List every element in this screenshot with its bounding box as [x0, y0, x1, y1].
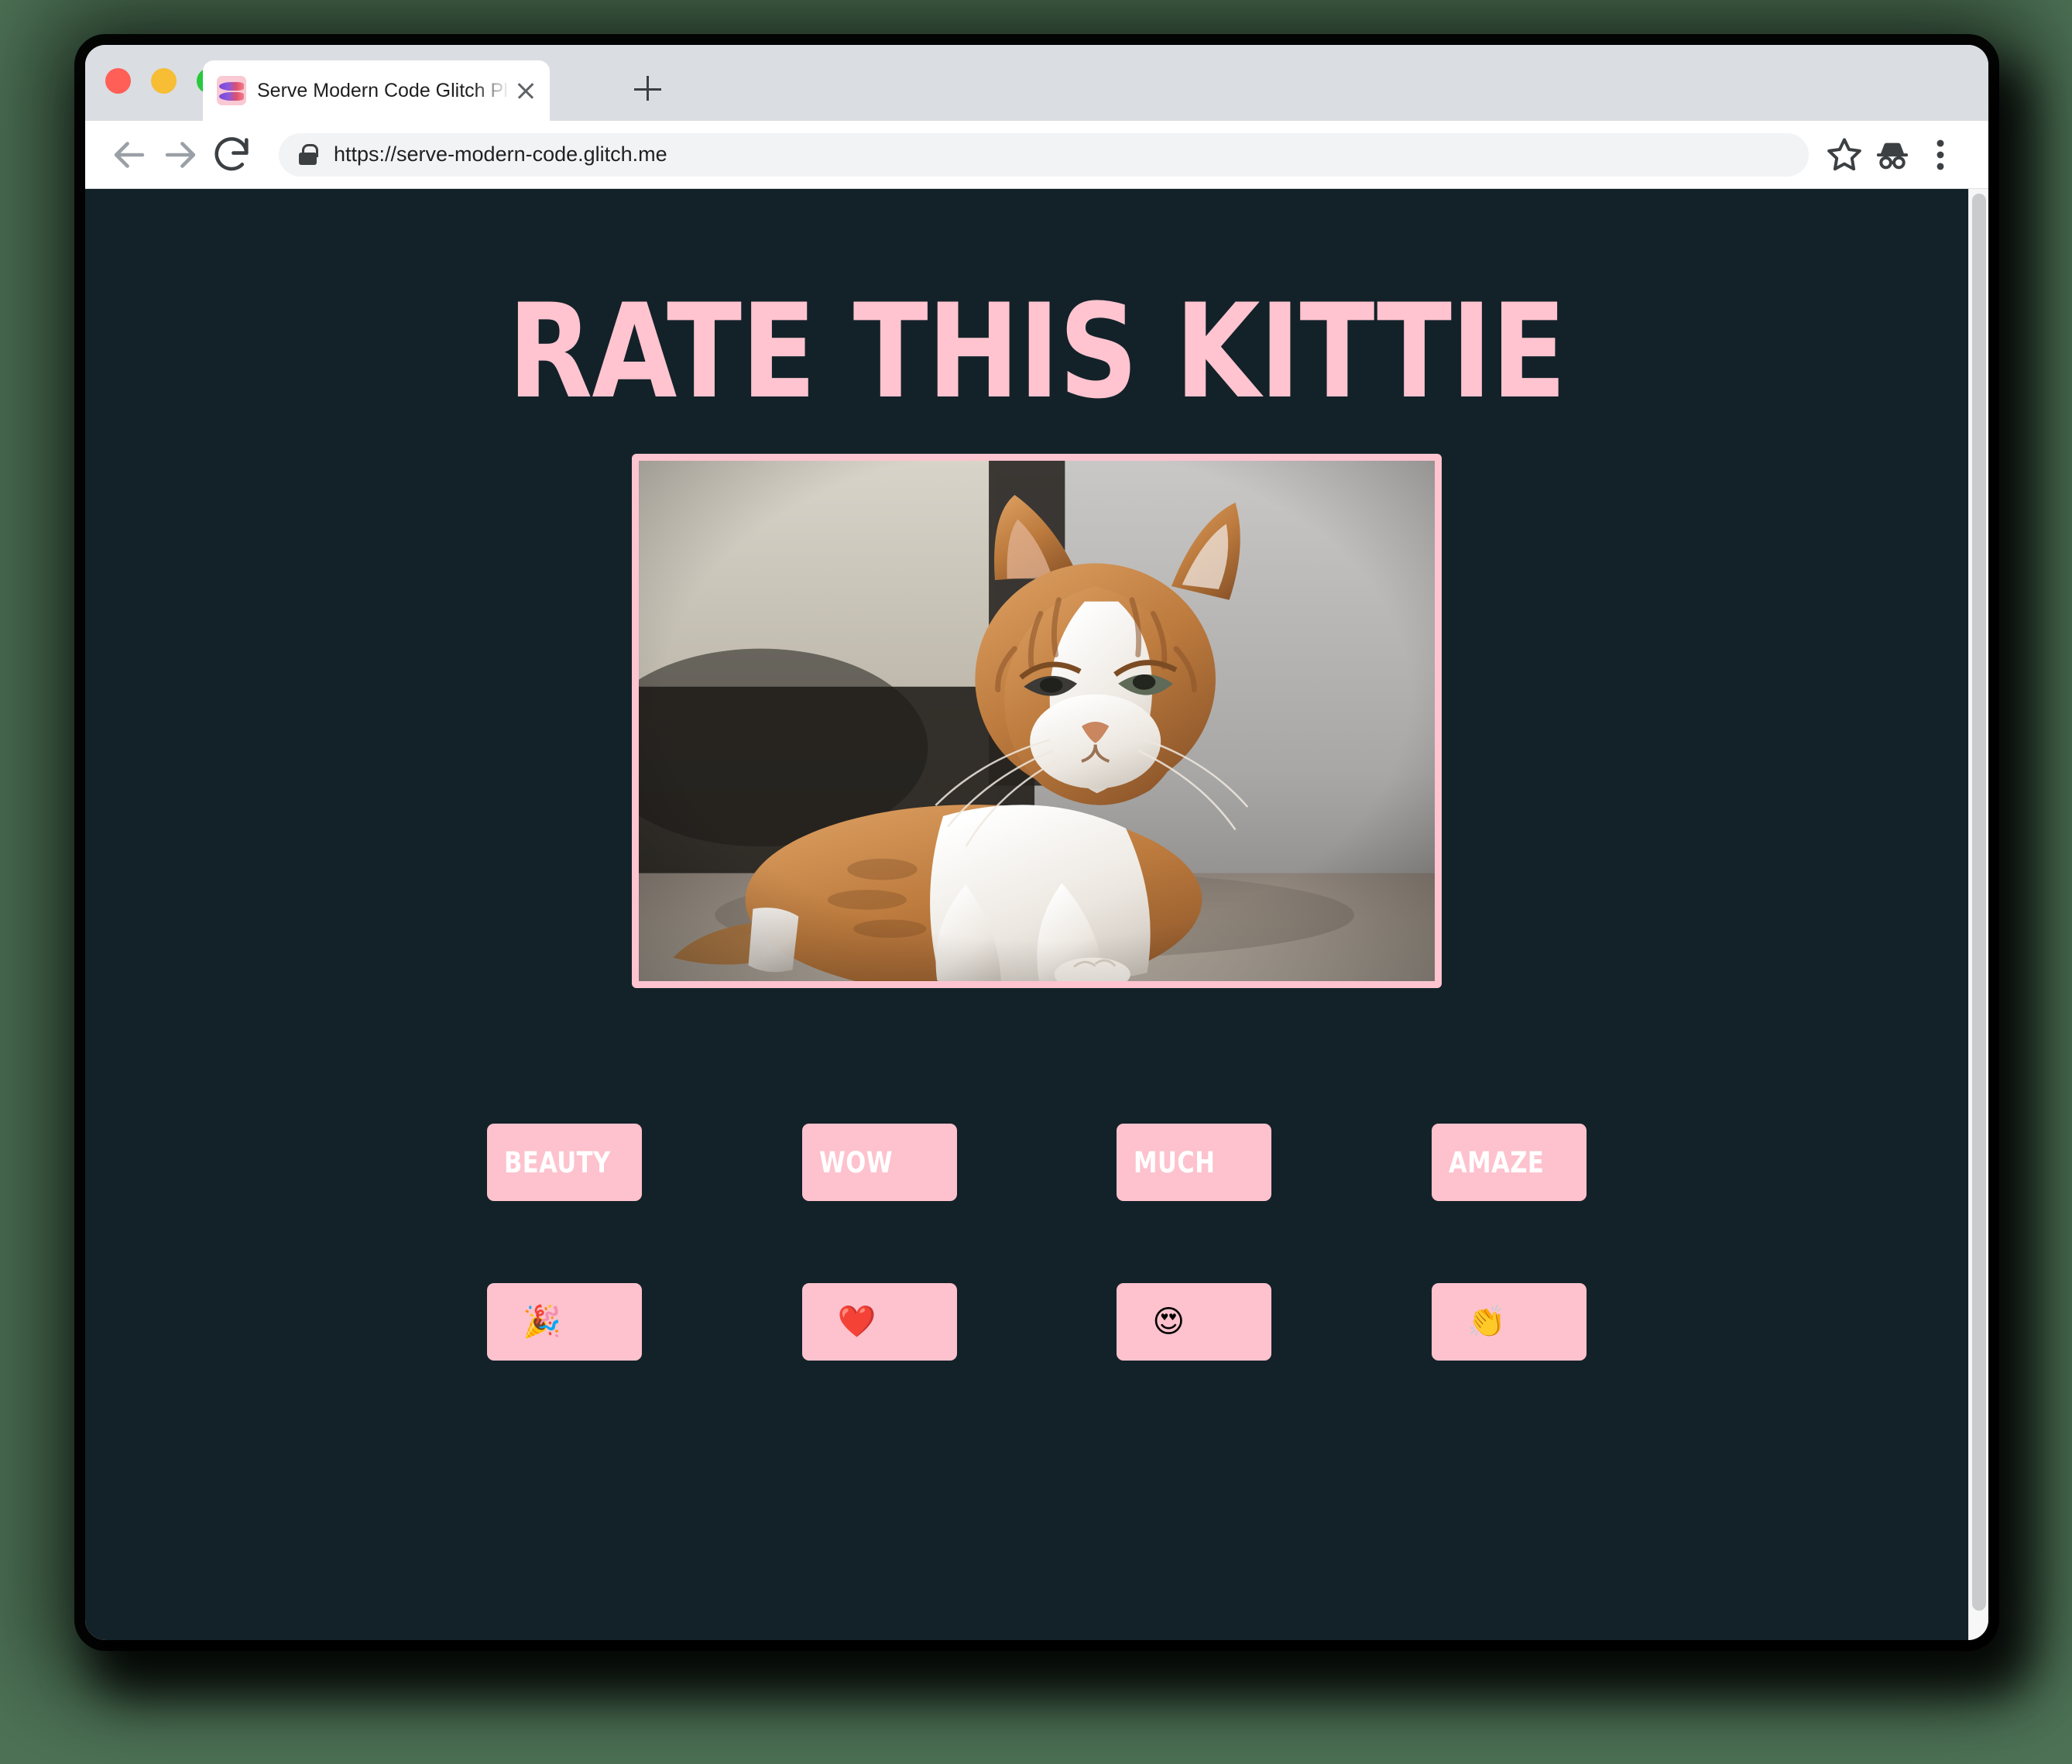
forward-arrow-icon[interactable]	[158, 132, 203, 177]
tab-strip: Serve Modern Code Glitch Play	[85, 45, 1988, 121]
browser-tab[interactable]: Serve Modern Code Glitch Play	[203, 60, 550, 121]
page-viewport: RATE THIS KITTIE BEAUTY WOW MUCH AMAZE 🎉…	[85, 189, 1988, 1640]
rate-label: MUCH	[1134, 1145, 1216, 1179]
star-icon[interactable]	[1823, 133, 1866, 177]
rate-button-much[interactable]: MUCH	[1117, 1124, 1272, 1201]
scrollbar-thumb[interactable]	[1972, 194, 1986, 1611]
url-text[interactable]: https://serve-modern-code.glitch.me	[334, 142, 667, 166]
clapping-hands-icon: 👏	[1467, 1304, 1506, 1340]
incognito-icon[interactable]	[1871, 133, 1914, 177]
kitty-image-frame	[632, 454, 1442, 988]
page-title: RATE THIS KITTIE	[507, 276, 1566, 427]
vertical-scrollbar[interactable]	[1968, 189, 1988, 1640]
browser-window: Serve Modern Code Glitch Play https://se…	[85, 45, 1988, 1640]
rate-button-beauty[interactable]: BEAUTY	[487, 1124, 642, 1201]
fish-favicon-icon	[217, 76, 246, 105]
rate-button-heart-eyes[interactable]: 😍	[1117, 1283, 1272, 1361]
rate-label: BEAUTY	[504, 1145, 611, 1179]
tab-title: Serve Modern Code Glitch Play	[257, 79, 509, 101]
rate-button-wow[interactable]: WOW	[801, 1124, 957, 1201]
rate-button-amaze[interactable]: AMAZE	[1431, 1124, 1587, 1201]
rate-button-party-popper[interactable]: 🎉	[487, 1283, 642, 1361]
rate-button-clapping-hands[interactable]: 👏	[1431, 1283, 1587, 1361]
red-heart-icon: ❤️	[837, 1304, 876, 1340]
rate-label: WOW	[818, 1145, 893, 1179]
party-popper-icon: 🎉	[523, 1304, 561, 1340]
back-arrow-icon[interactable]	[107, 132, 152, 177]
reload-icon[interactable]	[209, 132, 254, 177]
lock-icon	[299, 144, 318, 165]
kitty-photo	[639, 461, 1435, 981]
close-window-button[interactable]	[105, 68, 131, 94]
rate-label: AMAZE	[1448, 1145, 1545, 1179]
overflow-menu-icon[interactable]	[1919, 133, 1962, 177]
close-tab-icon[interactable]	[513, 77, 539, 104]
rate-button-red-heart[interactable]: ❤️	[801, 1283, 957, 1361]
minimize-window-button[interactable]	[151, 68, 177, 94]
address-bar[interactable]: https://serve-modern-code.glitch.me	[279, 132, 1809, 177]
heart-eyes-icon: 😍	[1152, 1304, 1185, 1340]
new-tab-button[interactable]	[627, 68, 667, 108]
browser-toolbar: https://serve-modern-code.glitch.me	[85, 121, 1988, 189]
toolbar-actions	[1823, 133, 1962, 177]
rating-buttons: BEAUTY WOW MUCH AMAZE 🎉 ❤️ 😍 👏	[487, 1124, 1587, 1361]
